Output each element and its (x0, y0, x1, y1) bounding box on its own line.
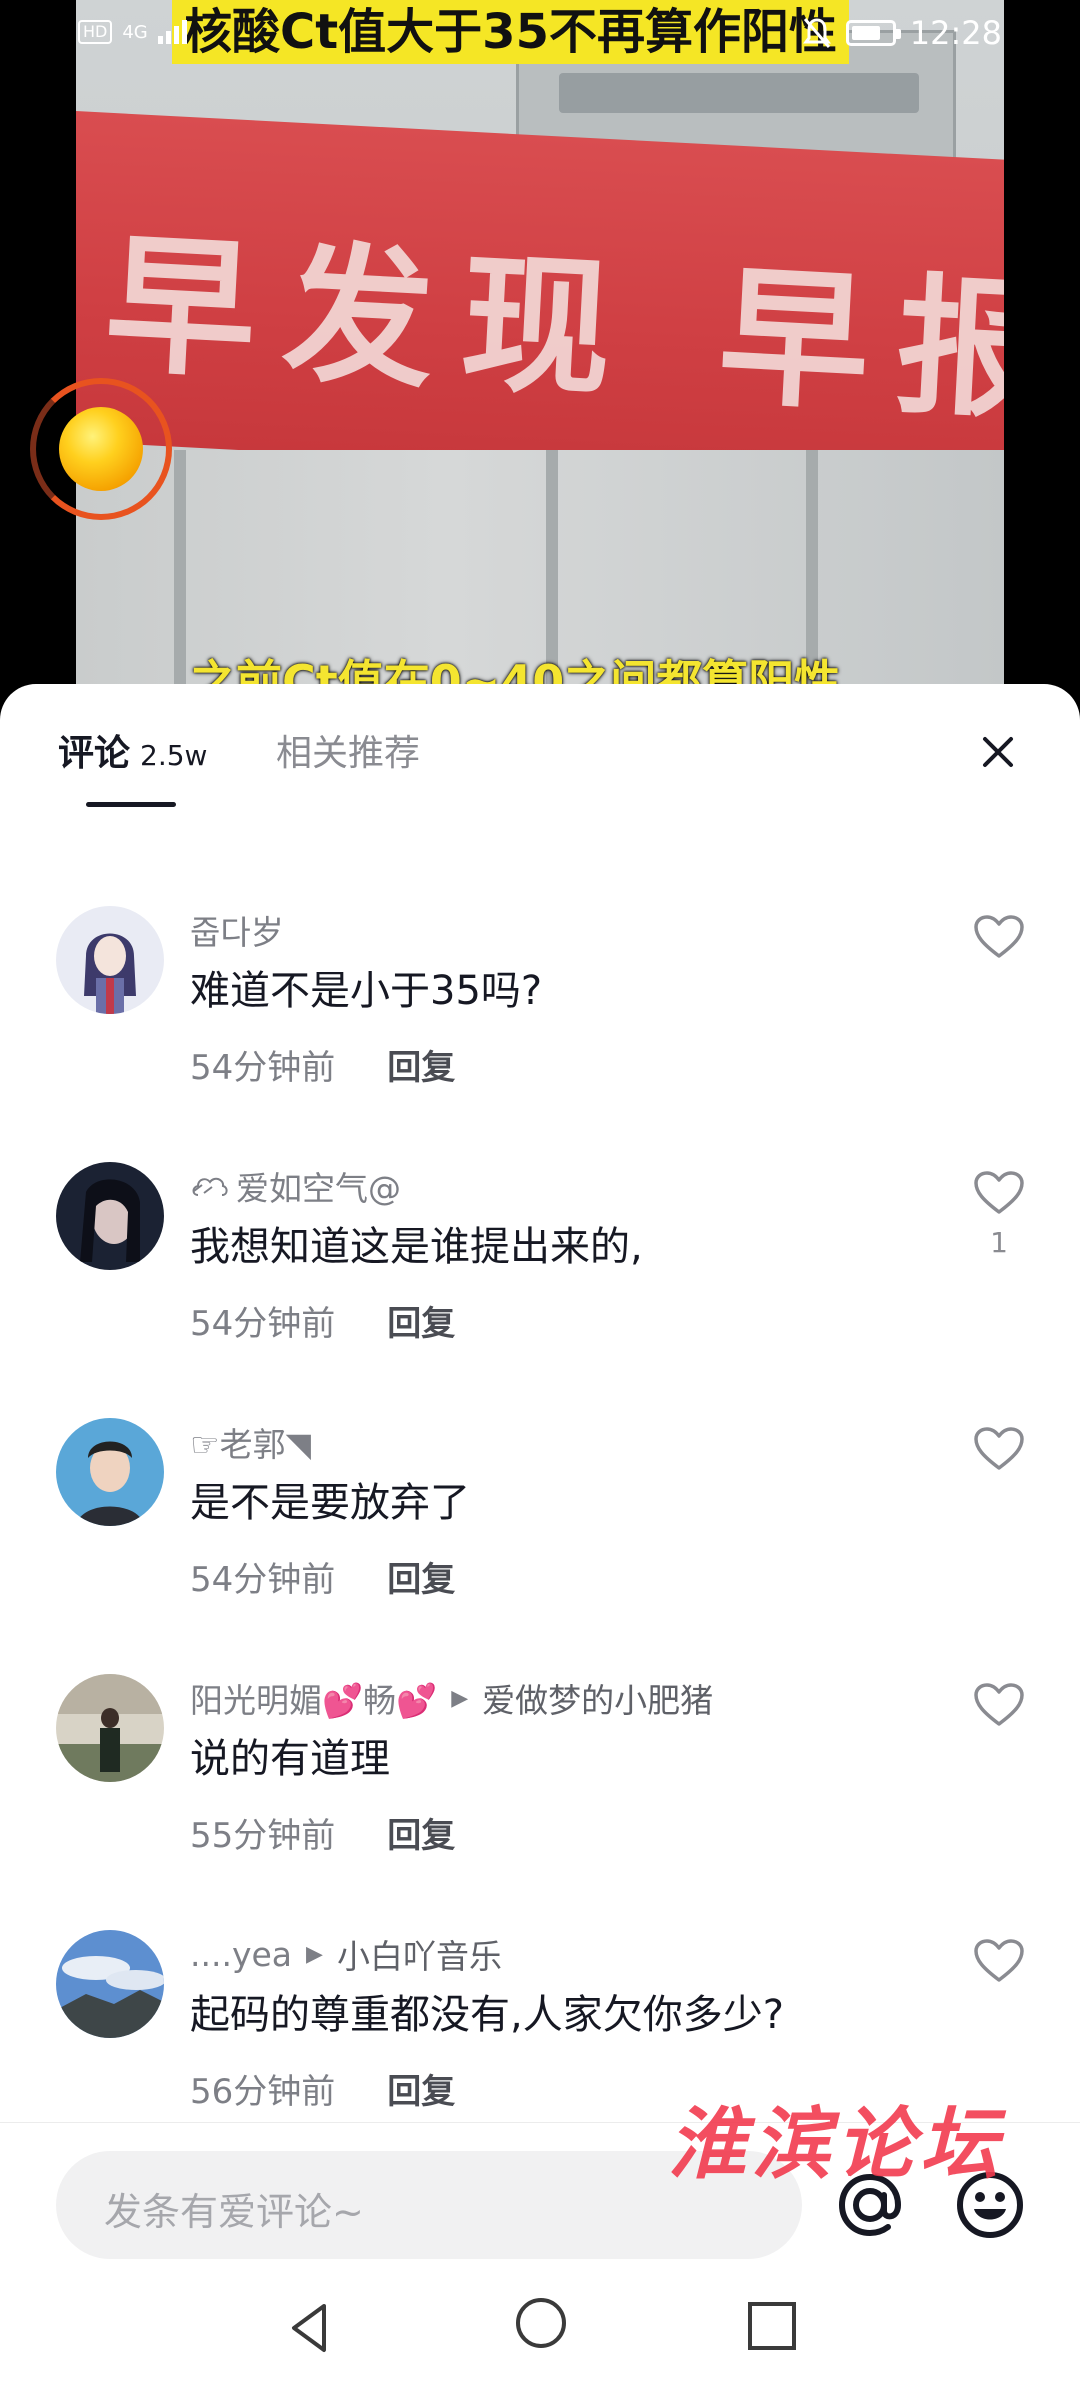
comment-username[interactable]: 爱如空气@ (190, 1162, 401, 1210)
back-triangle-icon (292, 2304, 326, 2352)
reply-button[interactable]: 回复 (387, 2064, 455, 2113)
mute-icon (802, 18, 831, 48)
battery-icon (845, 20, 901, 46)
comment-item[interactable]: 爱如空气@ 我想知道这是谁提出来的, 54分钟前 回复 1 (0, 1162, 1080, 1402)
comment-count: 2.5w (140, 739, 208, 772)
home-circle-icon (516, 2298, 566, 2348)
signal-icon (157, 20, 187, 44)
comment-username[interactable]: 줍다岁 (190, 906, 284, 954)
comment-text: 说的有道理 (190, 1736, 390, 1782)
comment-username[interactable]: ....yea ▶ 小白吖音乐 (190, 1930, 502, 1978)
comment-item[interactable]: 줍다岁 难道不是小于35吗? 54分钟前 回复 (0, 906, 1080, 1146)
heart-icon (974, 915, 1024, 958)
tab-related[interactable]: 相关推荐 (276, 724, 420, 776)
reply-to-user[interactable]: 小白吖音乐 (337, 1930, 502, 1978)
reply-button[interactable]: 回复 (387, 1296, 455, 1345)
like-button[interactable] (972, 1682, 1026, 1738)
comment-text: 起码的尊重都没有,人家欠你多少? (190, 1992, 784, 2038)
sheet-tabs: 评论 2.5w 相关推荐 (0, 684, 1080, 814)
recent-square-icon (748, 2302, 796, 2350)
comment-time: 54分钟前 (190, 1560, 336, 1600)
avatar[interactable] (56, 906, 164, 1014)
comment-time: 54分钟前 (190, 1304, 336, 1344)
comment-time: 55分钟前 (190, 1816, 336, 1856)
close-button[interactable] (970, 724, 1026, 780)
comment-text: 是不是要放弃了 (190, 1480, 470, 1526)
reply-arrow-icon: ▶ (451, 1685, 469, 1711)
system-nav-bar (0, 2262, 1080, 2400)
nav-recent-button[interactable] (744, 2298, 800, 2358)
comment-item[interactable]: 阳光明媚💕畅💕 ▶ 爱做梦的小肥猪 说的有道理 55分钟前 回复 (0, 1674, 1080, 1914)
tab-indicator (86, 802, 176, 807)
like-button[interactable]: 1 (972, 1170, 1026, 1259)
reply-to-user[interactable]: 爱做梦的小肥猪 (482, 1674, 713, 1722)
avatar[interactable] (56, 1162, 164, 1270)
reply-button[interactable]: 回复 (387, 1040, 455, 1089)
heart-icon (974, 1427, 1024, 1470)
comment-input-placeholder: 发条有爱评论~ (104, 2190, 364, 2234)
comment-username[interactable]: ☞老郭◥ (190, 1418, 311, 1466)
heart-icon (974, 1683, 1024, 1726)
reply-arrow-icon: ▶ (306, 1941, 323, 1967)
network-type: 4G (122, 21, 148, 43)
hd-badge: HD (78, 20, 113, 44)
comment-time: 54分钟前 (190, 1048, 336, 1088)
cloud-icon (192, 1177, 228, 1196)
heart-icon (974, 1171, 1024, 1214)
like-count: 1 (990, 1226, 1008, 1259)
tab-comments-label: 评论 (58, 733, 131, 774)
video-player[interactable]: 早发现 早报 核酸Ct值大于35不再算作阳性 之前Ct值在0~40之间都算阳性 … (0, 0, 1080, 700)
comment-item[interactable]: ☞老郭◥ 是不是要放弃了 54分钟前 回复 (0, 1418, 1080, 1658)
red-banner: 早发现 早报 (76, 110, 1004, 492)
forum-watermark: 淮滨论坛 (668, 2099, 1005, 2190)
video-frame: 早发现 早报 (76, 0, 1004, 700)
comment-time: 56分钟前 (190, 2072, 336, 2112)
heart-icon (974, 1939, 1024, 1982)
status-bar: HD 4G 12:28 (0, 0, 1080, 70)
status-time: 12:28 (909, 14, 1002, 52)
gold-coin-timer-icon[interactable] (30, 378, 172, 520)
like-button[interactable] (972, 1426, 1026, 1482)
avatar[interactable] (56, 1930, 164, 2038)
avatar[interactable] (56, 1418, 164, 1526)
comment-text: 难道不是小于35吗? (190, 968, 543, 1014)
avatar[interactable] (56, 1674, 164, 1782)
close-icon (983, 737, 1013, 767)
reply-button[interactable]: 回复 (387, 1552, 455, 1601)
banner-text: 早发现 早报 (101, 217, 1004, 443)
nav-home-button[interactable] (514, 2296, 568, 2354)
like-button[interactable] (972, 1938, 1026, 1994)
reply-button[interactable]: 回复 (387, 1808, 455, 1857)
nav-back-button[interactable] (280, 2298, 340, 2362)
like-button[interactable] (972, 914, 1026, 970)
comment-username[interactable]: 阳光明媚💕畅💕 ▶ 爱做梦的小肥猪 (190, 1674, 713, 1722)
tab-comments[interactable]: 评论 2.5w (58, 724, 207, 776)
comment-text: 我想知道这是谁提出来的, (190, 1224, 643, 1270)
